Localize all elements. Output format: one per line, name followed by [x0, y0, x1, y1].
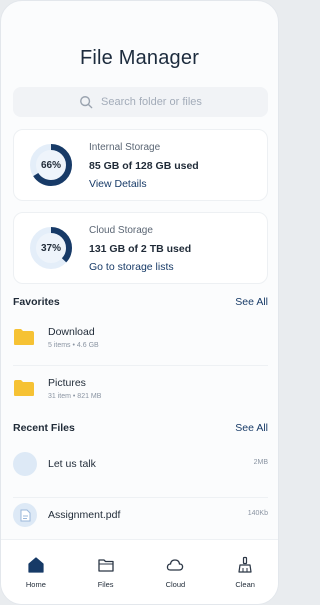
internal-storage-label: Internal Storage: [89, 142, 161, 153]
cloud-storage-card[interactable]: 37% Cloud Storage 131 GB of 2 TB used Go…: [13, 212, 268, 284]
page-title: File Manager: [79, 47, 200, 69]
recent-files-header: Recent Files See All: [13, 422, 268, 434]
nav-item-files[interactable]: Files: [76, 556, 136, 589]
favorite-item-name: Download: [48, 326, 95, 338]
internal-storage-card[interactable]: 66% Internal Storage 85 GB of 128 GB use…: [13, 129, 268, 201]
view-details-link[interactable]: View Details: [89, 178, 147, 190]
folder-icon: [14, 329, 34, 345]
folder-icon: [97, 558, 114, 572]
broom-icon: [238, 556, 252, 573]
search-icon: [80, 96, 93, 109]
favorite-item-meta: 31 item • 821 MB: [48, 393, 102, 400]
phone-screen: File Manager Search folder or files 66% …: [0, 0, 279, 605]
pdf-file-icon: [13, 503, 37, 527]
search-bar[interactable]: Search folder or files: [13, 87, 268, 117]
internal-storage-used: 85 GB of 128 GB used: [89, 160, 199, 172]
cloud-storage-used: 131 GB of 2 TB used: [89, 243, 192, 255]
cloud-icon: [167, 558, 184, 571]
divider: [13, 497, 268, 498]
favorites-header: Favorites See All: [13, 296, 268, 308]
favorite-item-name: Pictures: [48, 377, 86, 389]
cloud-storage-ring: 37%: [28, 225, 74, 271]
internal-storage-ring: 66%: [28, 142, 74, 188]
recent-file-size: 140Kb: [247, 510, 268, 517]
divider: [13, 365, 268, 366]
internal-storage-percent: 66%: [40, 159, 61, 171]
storage-lists-link[interactable]: Go to storage lists: [89, 261, 174, 273]
cloud-storage-percent: 37%: [40, 242, 61, 254]
nav-item-home[interactable]: Home: [6, 556, 66, 589]
recent-file-name: Let us talk: [48, 458, 96, 470]
favorite-item-download[interactable]: Download 5 items • 4.6 GB: [13, 320, 268, 366]
favorite-item-pictures[interactable]: Pictures 31 item • 821 MB: [13, 371, 268, 417]
favorite-item-meta: 5 items • 4.6 GB: [48, 342, 99, 349]
cloud-storage-label: Cloud Storage: [89, 225, 153, 236]
nav-item-clean[interactable]: Clean: [215, 556, 275, 589]
recent-file-name: Assignment.pdf: [48, 509, 121, 521]
search-placeholder: Search folder or files: [101, 96, 202, 108]
nav-label: Files: [97, 579, 114, 589]
file-thumbnail: [13, 452, 37, 476]
nav-label: Home: [25, 579, 46, 589]
recent-file-item[interactable]: Let us talk 2MB: [13, 452, 268, 498]
nav-item-cloud[interactable]: Cloud: [145, 556, 205, 589]
nav-label: Cloud: [165, 579, 186, 589]
favorites-title: Favorites: [13, 296, 60, 308]
recent-see-all-link[interactable]: See All: [235, 422, 268, 434]
recent-files-title: Recent Files: [13, 422, 75, 434]
folder-icon: [14, 380, 34, 396]
bottom-navigation: Home Files Cloud Clean: [1, 539, 278, 604]
nav-label: Clean: [235, 579, 255, 589]
favorites-see-all-link[interactable]: See All: [235, 296, 268, 308]
recent-file-size: 2MB: [253, 459, 268, 466]
home-icon: [28, 556, 44, 573]
